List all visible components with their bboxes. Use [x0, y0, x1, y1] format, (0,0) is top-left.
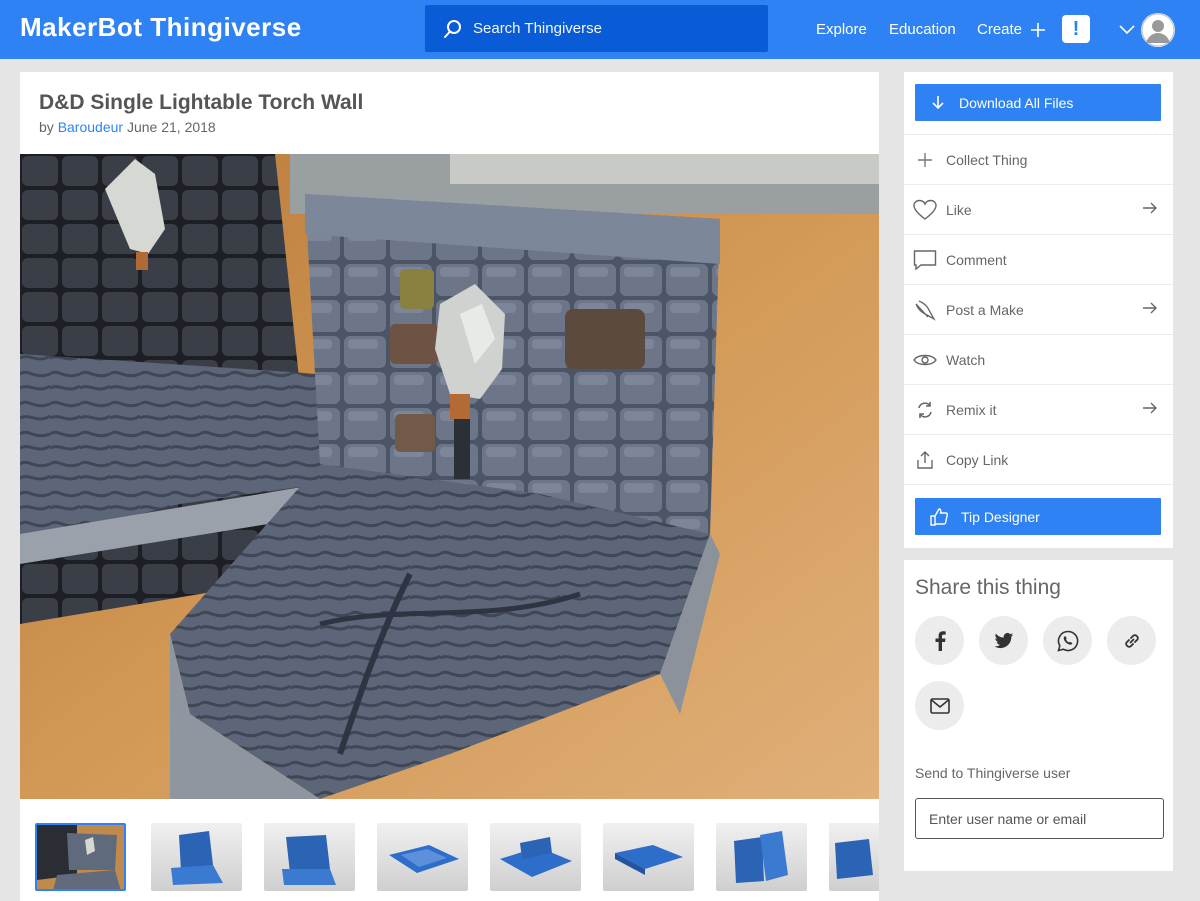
thumbnail-4[interactable] — [377, 823, 468, 891]
like-label: Like — [946, 201, 972, 218]
thumbnail-strip — [20, 799, 879, 901]
remix-it-button[interactable]: Remix it — [904, 384, 1173, 434]
share-whatsapp-button[interactable] — [1043, 616, 1092, 665]
twitter-icon — [994, 632, 1013, 648]
collect-thing-label: Collect Thing — [946, 151, 1028, 168]
nav-create[interactable]: Create — [977, 0, 1046, 59]
whatsapp-icon — [1056, 630, 1078, 652]
thumbnail-1[interactable] — [35, 823, 126, 891]
share-panel: Share this thing Send to Thingiverse use… — [904, 560, 1173, 871]
post-a-make-button[interactable]: Post a Make — [904, 284, 1173, 334]
author-link[interactable]: Baroudeur — [58, 119, 123, 135]
notification-alert-icon[interactable]: ! — [1062, 15, 1090, 43]
remix-it-label: Remix it — [946, 401, 997, 418]
link-icon — [1124, 633, 1139, 648]
watch-button[interactable]: Watch — [904, 334, 1173, 384]
arrow-right-icon — [1143, 302, 1157, 314]
torch-wall-photo — [20, 154, 879, 799]
nav-explore-label: Explore — [816, 21, 867, 38]
user-avatar[interactable] — [1141, 13, 1175, 47]
like-button[interactable]: Like — [904, 184, 1173, 234]
share-icon — [917, 450, 933, 469]
logo-makerbot: MakerBot — [20, 12, 143, 42]
collect-thing-button[interactable]: Collect Thing — [904, 134, 1173, 184]
logo-thingiverse: Thingiverse — [150, 12, 302, 42]
thumbs-up-icon — [930, 507, 948, 526]
byline-by: by — [39, 119, 54, 135]
comment-icon — [913, 249, 937, 270]
share-facebook-button[interactable] — [915, 616, 964, 665]
comment-label: Comment — [946, 251, 1007, 268]
actions-panel: Download All Files Collect Thing Like Co… — [904, 72, 1173, 548]
nav-explore[interactable]: Explore — [816, 0, 867, 59]
publish-date: June 21, 2018 — [126, 119, 216, 135]
tip-designer-button[interactable]: Tip Designer — [915, 498, 1161, 535]
nav-education-label: Education — [889, 21, 956, 38]
thing-main-card: D&D Single Lightable Torch Wall by Barou… — [20, 72, 879, 901]
plus-icon — [1031, 22, 1046, 37]
thumbnail-image — [615, 845, 683, 875]
copy-link-button[interactable]: Copy Link — [904, 434, 1173, 484]
thumbnail-image — [37, 825, 124, 889]
watch-label: Watch — [946, 351, 986, 368]
thingiverse-logo[interactable]: MakerBot Thingiverse — [20, 12, 302, 43]
thumbnail-image — [389, 845, 459, 873]
comment-button[interactable]: Comment — [904, 234, 1173, 284]
facebook-icon — [935, 630, 946, 651]
share-link-button[interactable] — [1107, 616, 1156, 665]
thumbnail-6[interactable] — [603, 823, 694, 891]
tip-designer-label: Tip Designer — [961, 508, 1040, 525]
arrow-right-icon — [1143, 202, 1157, 214]
download-all-files-button[interactable]: Download All Files — [915, 84, 1161, 121]
main-photo[interactable] — [20, 154, 879, 799]
make-icon — [915, 299, 936, 321]
send-to-user-label: Send to Thingiverse user — [915, 765, 1071, 781]
heart-icon — [913, 199, 937, 220]
thumbnail-image — [171, 831, 223, 885]
byline: by Baroudeur June 21, 2018 — [39, 119, 216, 135]
nav-create-label: Create — [977, 21, 1023, 38]
thumbnail-2[interactable] — [151, 823, 242, 891]
share-title: Share this thing — [915, 576, 1061, 599]
send-to-user-input[interactable] — [915, 798, 1164, 839]
remix-icon — [918, 401, 932, 418]
thumbnail-image — [500, 837, 572, 877]
page-title: D&D Single Lightable Torch Wall — [39, 91, 364, 114]
thumbnail-5[interactable] — [490, 823, 581, 891]
search-icon — [444, 19, 461, 38]
share-email-button[interactable] — [915, 681, 964, 730]
copy-link-label: Copy Link — [946, 451, 1009, 468]
share-twitter-button[interactable] — [979, 616, 1028, 665]
top-navigation-bar: MakerBot Thingiverse Search Thingiverse … — [0, 0, 1200, 59]
post-a-make-label: Post a Make — [946, 301, 1024, 318]
user-icon — [1141, 13, 1175, 47]
email-icon — [929, 697, 950, 714]
thumbnail-image — [734, 831, 788, 883]
eye-icon — [913, 354, 937, 365]
thumbnail-7[interactable] — [716, 823, 807, 891]
thumbnail-8[interactable] — [829, 823, 879, 891]
thumbnail-image — [282, 835, 336, 885]
search-bar[interactable]: Search Thingiverse — [425, 5, 768, 52]
arrow-right-icon — [1143, 402, 1157, 414]
nav-education[interactable]: Education — [889, 0, 956, 59]
thumbnail-image — [835, 839, 873, 879]
download-label: Download All Files — [959, 94, 1074, 111]
search-placeholder: Search Thingiverse — [473, 20, 602, 37]
download-arrow-icon — [932, 95, 944, 109]
thumbnail-3[interactable] — [264, 823, 355, 891]
plus-icon — [918, 152, 932, 167]
chevron-down-icon[interactable] — [1118, 20, 1136, 38]
